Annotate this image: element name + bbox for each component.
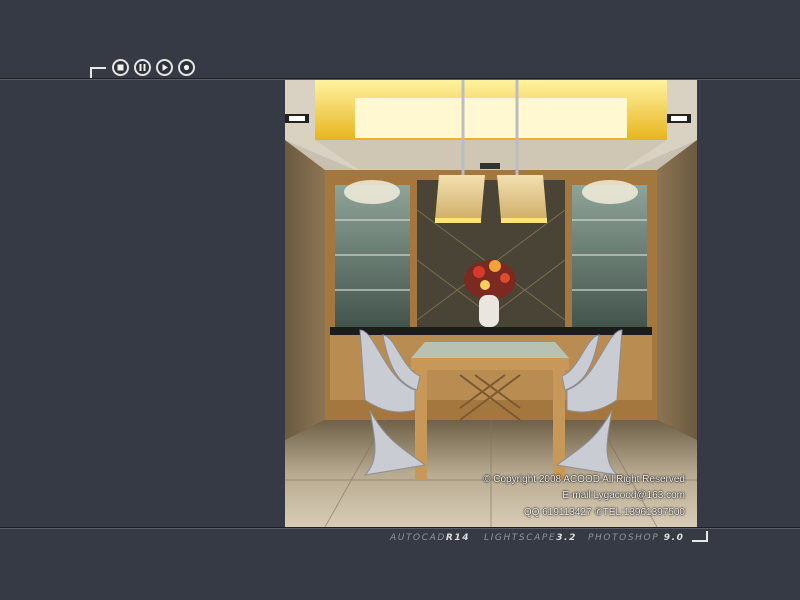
email-text: E-mail:Lygacood@163.com xyxy=(562,490,685,501)
software-version: 9.0 xyxy=(663,533,685,543)
software-name: LIGHTSCAPE xyxy=(484,533,557,543)
software-version: 3.2 xyxy=(556,533,577,543)
contact-text: QQ 619113427 ✆TEL:13961397500 xyxy=(523,507,685,518)
pause-button[interactable] xyxy=(134,59,151,76)
bottom-right-corner-bracket xyxy=(692,531,708,542)
dining-room-render: © Copyright 2008 ACOOD All Right Reserve… xyxy=(285,80,697,527)
play-icon xyxy=(162,64,168,71)
record-icon xyxy=(183,64,190,71)
record-button[interactable] xyxy=(178,59,195,76)
stop-icon xyxy=(117,64,124,71)
pause-icon xyxy=(139,64,146,71)
software-autocad: AUTOCADR14 xyxy=(390,533,470,543)
copyright-text: © Copyright 2008 ACOOD All Right Reserve… xyxy=(483,474,685,485)
software-name: AUTOCAD xyxy=(390,533,446,543)
top-left-corner-bracket xyxy=(90,67,106,78)
bottom-divider-highlight xyxy=(0,528,800,529)
software-name: PHOTOSHOP xyxy=(588,533,660,543)
software-lightscape: LIGHTSCAPE3.2 xyxy=(484,533,577,543)
software-version: R14 xyxy=(445,533,471,543)
stop-button[interactable] xyxy=(112,59,129,76)
software-photoshop: PHOTOSHOP 9.0 xyxy=(588,533,684,543)
play-button[interactable] xyxy=(156,59,173,76)
dining-room-scene xyxy=(285,80,697,527)
